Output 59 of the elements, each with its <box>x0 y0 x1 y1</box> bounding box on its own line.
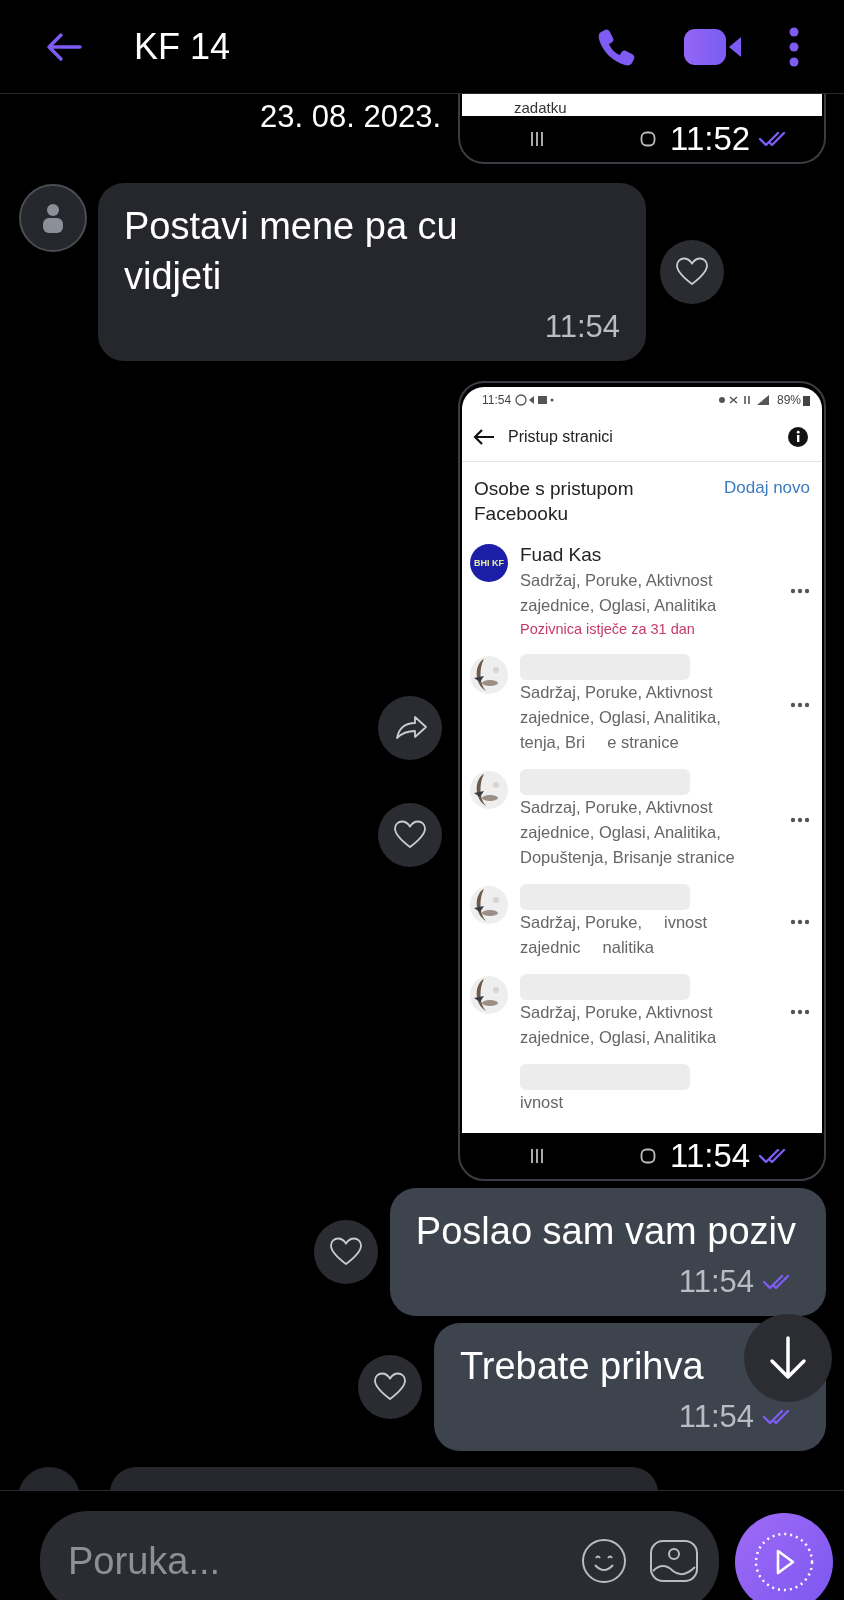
battery-level: 89% <box>776 393 801 407</box>
status-time: 11:54 <box>482 393 512 407</box>
scroll-down-button[interactable] <box>744 1314 832 1402</box>
message-time: 11:52 <box>670 120 751 158</box>
video-camera-icon[interactable] <box>684 26 744 67</box>
date-label: 23. 08. 2023. <box>260 99 441 135</box>
forward-button[interactable] <box>378 695 442 760</box>
person-name: Fuad Kas <box>520 543 603 567</box>
like-button[interactable] <box>660 240 724 304</box>
message-input[interactable]: Poruka... <box>66 1538 559 1584</box>
permissions-text: zajednice, Oglasi, Analitika, <box>520 822 721 843</box>
permissions-text: ivnost <box>664 912 708 933</box>
chat-title: KF 14 <box>134 25 231 68</box>
more-icon[interactable] <box>788 26 800 67</box>
back-icon[interactable] <box>44 30 84 63</box>
permissions-text: Sadržaj, Poruke, <box>520 912 642 933</box>
message-time: 11:54 <box>544 309 620 345</box>
home-icon <box>640 131 656 147</box>
permissions-text: zajednice, Oglasi, Analitika <box>520 595 717 616</box>
permissions-text: zajednice, Oglasi, Analitika, <box>520 707 721 728</box>
message-text: Poslao sam vam poziv <box>415 1209 796 1254</box>
recent-apps-icon <box>530 1148 544 1164</box>
permissions-text: Sadrzaj, Poruke, Aktivnost <box>520 797 713 818</box>
permissions-text: ivnost <box>520 1092 564 1113</box>
gallery-icon[interactable] <box>649 1539 699 1583</box>
permissions-text: Sadržaj, Poruke, Aktivnost <box>520 682 713 703</box>
recent-apps-icon <box>530 131 544 147</box>
info-icon <box>788 427 808 447</box>
add-new-link: Dodaj novo <box>724 478 810 499</box>
message-text: Postavi mene pa cu vidjeti <box>124 204 459 299</box>
screenshot-text: zadatku <box>514 100 567 116</box>
back-icon <box>472 428 496 446</box>
send-button[interactable] <box>735 1513 833 1600</box>
invite-note: Pozivnica istječe za 31 dan <box>520 620 696 639</box>
like-button[interactable] <box>378 802 442 867</box>
like-button[interactable] <box>358 1355 422 1419</box>
message-time: 11:54 <box>670 1137 751 1175</box>
permissions-text: Sadržaj, Poruke, Aktivnost <box>520 1002 713 1023</box>
permissions-text: Dopuštenja, Brisanje stranice <box>520 847 735 868</box>
permissions-text: e stranice <box>607 732 679 753</box>
page-logo: BHI KF <box>470 544 508 582</box>
permissions-text: zajednic <box>520 937 581 958</box>
message-time: 11:54 <box>678 1264 754 1300</box>
screen-title: Pristup stranici <box>508 428 613 446</box>
contact-avatar[interactable] <box>18 183 88 253</box>
emoji-icon[interactable] <box>581 1538 627 1584</box>
permissions-text: tenja, Bri <box>520 732 586 753</box>
permissions-text: zajednice, Oglasi, Analitika <box>520 1027 717 1048</box>
permissions-text: nalitika <box>602 937 654 958</box>
like-button[interactable] <box>313 1220 378 1284</box>
message-text: Trebate prihva <box>460 1344 705 1389</box>
notification-icons <box>515 394 556 406</box>
image-message[interactable]: zadatku 11:52 <box>458 94 826 164</box>
permissions-text: Sadržaj, Poruke, Aktivnost <box>520 570 713 591</box>
battery-icon <box>803 394 810 406</box>
section-title: Osobe s pristupom Facebooku <box>474 477 635 526</box>
message-time: 11:54 <box>678 1399 754 1435</box>
message-field[interactable]: Poruka... <box>40 1511 719 1600</box>
home-icon <box>640 1148 656 1164</box>
